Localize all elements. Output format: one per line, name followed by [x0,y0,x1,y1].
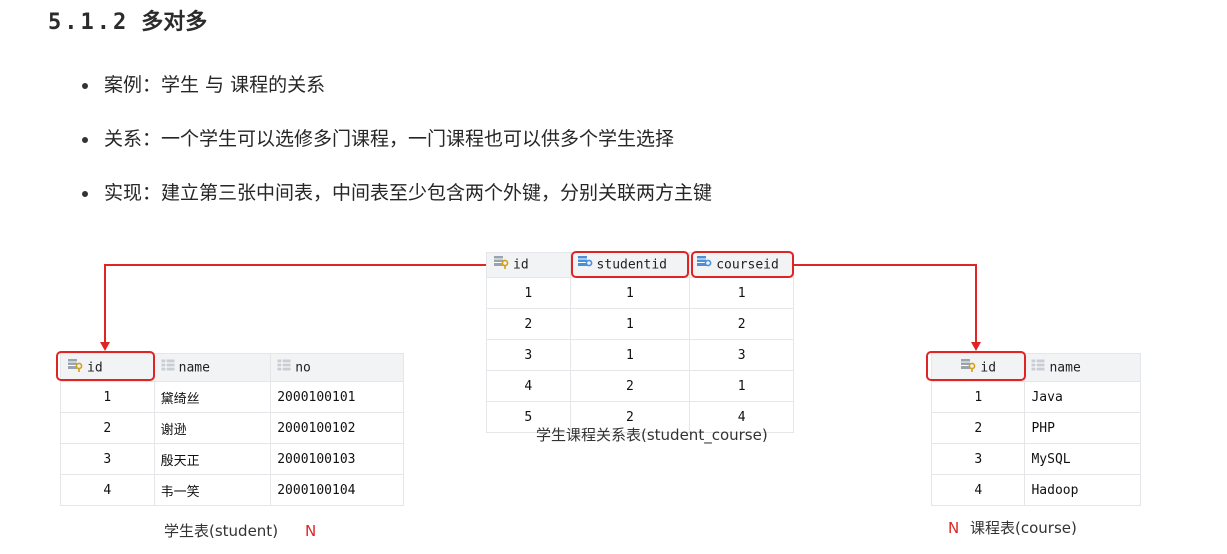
student-table-caption: 学生表(student) [164,522,279,540]
cell: 3 [486,339,571,371]
cell: 2000100103 [270,443,404,475]
cell: 2 [569,370,691,402]
course-col-name-label: name [1049,360,1081,375]
cell: 1 [569,277,691,309]
cell: 2000100102 [270,412,404,444]
section-number: 5.1.2 [48,10,130,35]
cell: Hadoop [1024,474,1141,506]
bullet-list: 案例：学生 与 课程的关系 关系：一个学生可以选修多门课程，一门课程也可以供多个… [76,72,712,234]
cell: 2000100101 [270,381,404,413]
student-col-no-label: no [295,360,311,375]
cell: 2 [930,412,1026,444]
cell: 韦一笑 [153,474,272,506]
cell: 2000100104 [270,474,404,506]
student-course-table-caption: 学生课程关系表(student_course) [536,426,768,444]
table-row: 421 [486,370,794,402]
course-id-highlight [926,351,1026,381]
bullet-implementation: 实现：建立第三张中间表，中间表至少包含两个外键，分别关联两方主键 [76,180,712,206]
student-col-name-label: name [178,360,210,375]
student-id-highlight [56,351,155,381]
table-row: 4 Hadoop [930,474,1141,506]
table-row: 111 [486,277,794,309]
course-n-mark: N [948,519,960,537]
cell: 2 [689,308,794,340]
table-row: 2 PHP [930,412,1141,444]
studentid-highlight [571,251,689,278]
cell: MySQL [1024,443,1141,475]
cell: 2 [60,412,155,444]
cell: 3 [60,443,155,475]
key-column-icon [493,255,509,273]
connector-right-vertical [975,264,977,344]
student-n-mark: N [305,522,317,540]
table-row: 2 谢逊 2000100102 [60,412,404,444]
table-row: 212 [486,308,794,340]
student-col-no: no [270,353,404,382]
cell: 2 [486,308,571,340]
connector-right-horizontal [793,264,977,266]
cell: 1 [689,277,794,309]
cell: 1 [930,381,1026,413]
section-heading: 多对多 [141,10,208,35]
cell: 4 [60,474,155,506]
course-col-name: name [1024,353,1141,382]
table-row: 313 [486,339,794,371]
section-title: 5.1.2 多对多 [48,4,207,36]
cell: 1 [60,381,155,413]
column-icon [161,359,175,375]
table-row: 4 韦一笑 2000100104 [60,474,404,506]
bullet-relation: 关系：一个学生可以选修多门课程，一门课程也可以供多个学生选择 [76,126,712,152]
cell: 1 [486,277,571,309]
table-row: 3 MySQL [930,443,1141,475]
cell: 殷天正 [153,443,272,475]
table-row: 1 黛绮丝 2000100101 [60,381,404,413]
connector-left-vertical [104,264,106,344]
arrow-to-course-id [971,342,981,351]
student-course-table: id studentid courseid 111 212 313 421 52… [486,252,794,433]
table-row: 1 Java [930,381,1141,413]
cell: 黛绮丝 [153,381,272,413]
cell: Java [1024,381,1141,413]
cell: 4 [930,474,1026,506]
cell: 1 [569,339,691,371]
column-icon [1031,359,1045,375]
bullet-case: 案例：学生 与 课程的关系 [76,72,712,98]
student-col-name: name [153,353,272,382]
cell: 1 [569,308,691,340]
cell: PHP [1024,412,1141,444]
cell: 3 [689,339,794,371]
column-icon [277,359,291,375]
sc-col-id-label: id [513,257,529,273]
sc-col-id: id [486,252,571,278]
cell: 1 [689,370,794,402]
cell: 谢逊 [153,412,272,444]
table-row: 3 殷天正 2000100103 [60,443,404,475]
cell: 3 [930,443,1026,475]
cell: 4 [486,370,571,402]
arrow-to-student-id [100,342,110,351]
courseid-highlight [691,251,794,278]
course-table-caption: 课程表(course) [970,519,1077,537]
